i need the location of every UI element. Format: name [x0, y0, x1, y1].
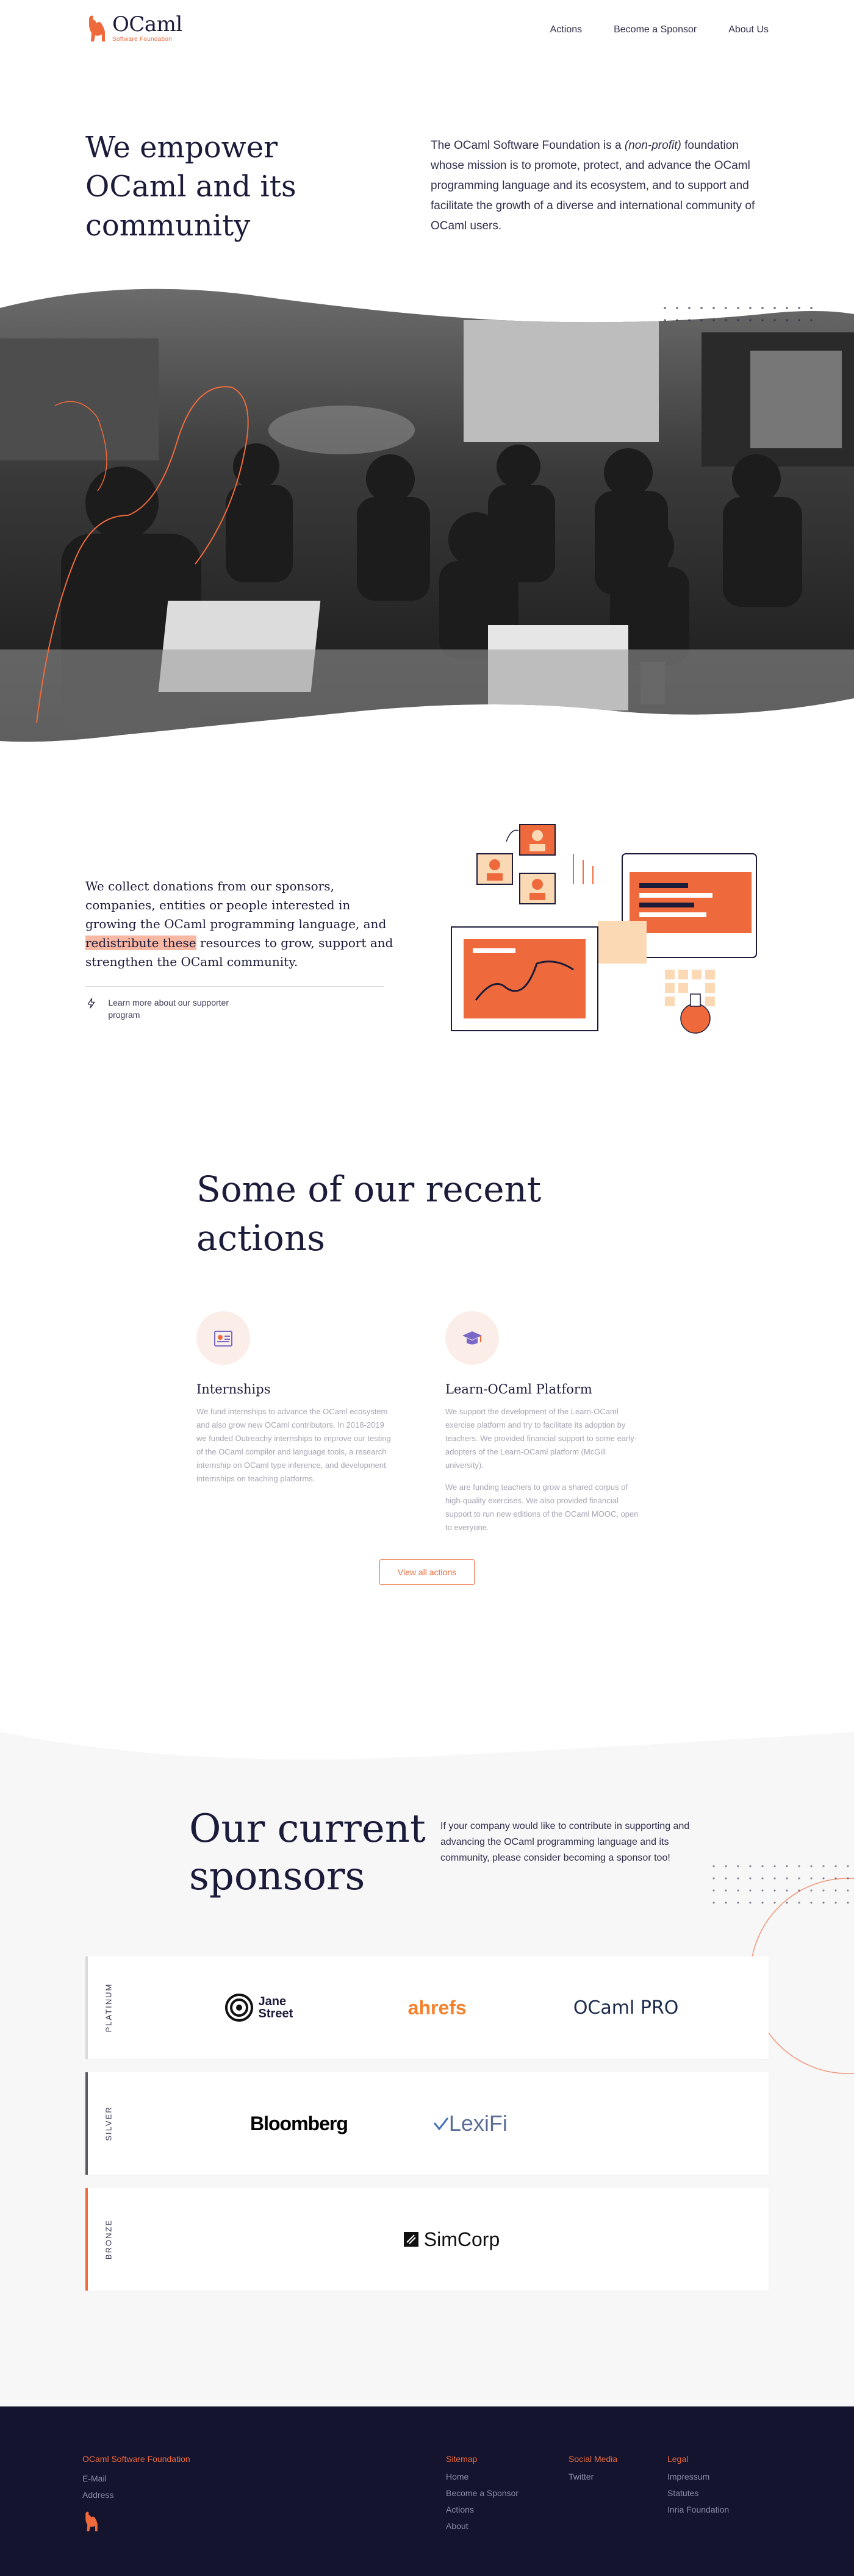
hero-description: The OCaml Software Foundation is a (non-… [431, 139, 755, 232]
sponsors-description: If your company would like to contribute… [440, 1821, 690, 1863]
logo-name: OCaml [112, 12, 182, 37]
sponsor-tier-platinum: PLATINUM Jane Street ahrefs OCaml PRO [85, 1956, 769, 2059]
nav-actions[interactable]: Actions [550, 24, 582, 35]
action-title: Internships [196, 1382, 271, 1397]
nav-about-us[interactable]: About Us [728, 24, 769, 35]
footer-link-statutes[interactable]: Statutes [667, 2485, 729, 2502]
nav-become-sponsor[interactable]: Become a Sponsor [614, 24, 697, 35]
view-all-actions-button[interactable]: View all actions [379, 1559, 475, 1585]
sponsor-tier-bronze: BRONZE SimCorp [85, 2188, 769, 2291]
sponsor-logo-ahrefs[interactable]: ahrefs [408, 1989, 467, 2026]
tier-label: PLATINUM [104, 1983, 113, 2033]
site-footer: OCaml Software Foundation E-Mail Address… [0, 2406, 854, 2576]
hero-conference-photo [0, 288, 854, 742]
hero-title: We empower OCaml and its community [85, 131, 296, 243]
logo-subtitle: Software Foundation [112, 35, 172, 43]
sponsor-logo-simcorp[interactable]: SimCorp [403, 2221, 500, 2258]
site-header: OCaml Software Foundation Actions Become… [0, 0, 854, 61]
site-logo[interactable]: OCaml Software Foundation [85, 13, 182, 43]
tier-label: BRONZE [104, 2219, 113, 2260]
action-text: We are funding teachers to grow a shared… [445, 1483, 639, 1532]
actions-title: Some of our recent actions [196, 1168, 542, 1259]
footer-link-inria[interactable]: Inria Foundation [667, 2502, 729, 2518]
footer-link-actions[interactable]: Actions [446, 2502, 518, 2518]
footer-col-heading: Social Media [569, 2454, 618, 2464]
badge-icon [196, 1311, 250, 1365]
footer-link-twitter[interactable]: Twitter [569, 2469, 617, 2485]
sponsor-logo-lexifi[interactable]: LexiFi [433, 2105, 508, 2142]
footer-link-impressum[interactable]: Impressum [667, 2469, 729, 2485]
sponsor-logo-bloomberg[interactable]: Bloomberg [250, 2105, 348, 2142]
footer-sitemap: Sitemap Home Become a Sponsor Actions Ab… [446, 2454, 518, 2535]
learn-more-link[interactable]: Learn more about our supporter program [85, 996, 244, 1021]
action-card-internships: Internships We fund internships to advan… [196, 1311, 392, 1486]
footer-address-link[interactable]: Address [82, 2487, 113, 2503]
camel-logo-icon [89, 15, 105, 41]
footer-col-heading: Sitemap [446, 2454, 478, 2464]
action-text: We fund internships to advance the OCaml… [196, 1407, 391, 1483]
sponsor-tier-silver: SILVER Bloomberg LexiFi [85, 2072, 769, 2175]
tier-bar [85, 2188, 88, 2291]
footer-org-name: OCaml Software Foundation [82, 2454, 190, 2464]
tier-bar [85, 2072, 88, 2175]
action-card-learn-ocaml: Learn-OCaml Platform We support the deve… [445, 1311, 640, 1534]
action-text: We support the development of the Learn-… [445, 1407, 637, 1470]
main-nav: Actions Become a Sponsor About Us [550, 24, 769, 35]
jane-street-mark-icon [224, 1994, 253, 2022]
lightning-icon [87, 998, 95, 1009]
footer-legal: Legal Impressum Statutes Inria Foundatio… [667, 2454, 729, 2518]
footer-link-become-sponsor[interactable]: Become a Sponsor [446, 2485, 518, 2502]
action-title: Learn-OCaml Platform [445, 1382, 592, 1397]
simcorp-square-icon [403, 2232, 418, 2247]
divider [85, 986, 384, 987]
donations-illustration [451, 824, 757, 1034]
sponsors-title: Our current sponsors [189, 1806, 426, 1899]
footer-contact: E-Mail Address [82, 2470, 113, 2503]
graduation-cap-icon [445, 1311, 499, 1365]
camel-logo-icon [85, 2511, 98, 2531]
footer-link-about[interactable]: About [446, 2518, 518, 2535]
donations-text: We collect donations from our sponsors, … [85, 879, 393, 969]
tier-bar [85, 1956, 88, 2059]
footer-social: Social Media Twitter [569, 2454, 617, 2485]
sponsor-logo-ocamlpro[interactable]: OCaml PRO [573, 1989, 679, 2026]
lexifi-check-icon [433, 2117, 449, 2131]
footer-email-link[interactable]: E-Mail [82, 2470, 113, 2487]
footer-col-heading: Legal [667, 2454, 689, 2464]
footer-link-home[interactable]: Home [446, 2469, 518, 2485]
learn-more-label: Learn more about our supporter program [108, 998, 229, 1020]
tier-label: SILVER [104, 2106, 113, 2141]
sponsor-logo-jane-street[interactable]: Jane Street [224, 1989, 301, 2026]
